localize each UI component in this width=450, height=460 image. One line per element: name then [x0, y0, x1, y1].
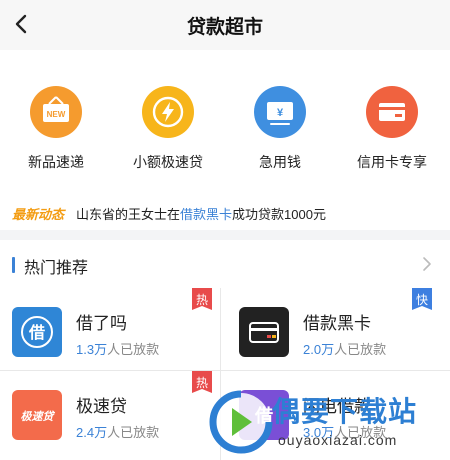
- jielema-logo-icon: 借: [12, 307, 62, 357]
- page-title: 贷款超市: [186, 17, 263, 38]
- hot-badge: 热: [192, 288, 212, 310]
- cash-icon: ¥: [254, 86, 306, 138]
- news-ticker[interactable]: 最新动态 山东省的王女士在借款黑卡成功贷款1000元: [0, 185, 450, 230]
- fast-badge: 快: [412, 288, 432, 310]
- loan-count-suffix: 人已放款: [334, 342, 387, 357]
- product-stat: 2.4万人已放款: [76, 422, 159, 441]
- product-card-jielema[interactable]: 借 借了吗 1.3万人已放款 热: [0, 288, 220, 370]
- product-stat: 2.0万人已放款: [303, 339, 386, 358]
- category-row: NEW 新品速递 小额极速贷 ¥ 急用钱 信用卡专享: [0, 50, 450, 185]
- news-text: 山东省的王女士在: [76, 207, 181, 222]
- product-name: 借款黑卡: [303, 314, 371, 333]
- nav-bar: 贷款超市: [0, 0, 450, 50]
- loan-count: 2.4万: [76, 425, 108, 440]
- credit-card-icon: [366, 86, 418, 138]
- product-name: 借了吗: [76, 314, 127, 333]
- loan-count-suffix: 人已放款: [107, 342, 160, 357]
- category-label: 信用卡专享: [357, 154, 427, 170]
- new-tag-icon: NEW: [30, 86, 82, 138]
- hot-recommend-header[interactable]: 热门推荐: [0, 240, 450, 288]
- jisudai-logo-icon: 极速贷: [12, 390, 62, 440]
- news-text: 成功贷款1000元: [232, 207, 326, 222]
- new-tag-text: NEW: [47, 110, 66, 119]
- lightning-icon: [142, 86, 194, 138]
- logo-text: 极速贷: [21, 410, 56, 423]
- product-name: 极速贷: [76, 397, 127, 416]
- chevron-right-icon[interactable]: [420, 256, 434, 272]
- watermark-url: ouyaoxiazai.com: [278, 432, 398, 448]
- section-title: 热门推荐: [24, 260, 89, 277]
- loan-count-suffix: 人已放款: [107, 425, 160, 440]
- product-card-black-card[interactable]: 借款黑卡 2.0万人已放款 快: [221, 288, 441, 370]
- watermark-text: 偶要下载站: [272, 396, 418, 427]
- category-label: 小额极速贷: [133, 154, 203, 170]
- category-new-products[interactable]: NEW 新品速递: [0, 86, 112, 172]
- watermark: 偶要下载站 ouyaoxiazai.com: [208, 384, 450, 460]
- yen-symbol: ¥: [277, 107, 284, 119]
- watermark-logo-icon: [209, 390, 273, 454]
- category-small-fast-loan[interactable]: 小额极速贷: [112, 86, 224, 172]
- loan-count: 1.3万: [76, 342, 108, 357]
- category-label: 新品速递: [28, 154, 84, 170]
- black-card-icon: [239, 307, 289, 357]
- product-stat: 1.3万人已放款: [76, 339, 159, 358]
- section-marker: [12, 257, 15, 273]
- category-credit-card[interactable]: 信用卡专享: [336, 86, 448, 172]
- news-product-link[interactable]: 借款黑卡: [180, 207, 232, 222]
- category-label: 急用钱: [259, 154, 301, 170]
- product-card-jisudai[interactable]: 极速贷 极速贷 2.4万人已放款 热: [0, 371, 220, 453]
- news-tag: 最新动态: [12, 207, 65, 222]
- loan-count: 2.0万: [303, 342, 335, 357]
- logo-char: 借: [28, 323, 45, 342]
- category-urgent-money[interactable]: ¥ 急用钱: [224, 86, 336, 172]
